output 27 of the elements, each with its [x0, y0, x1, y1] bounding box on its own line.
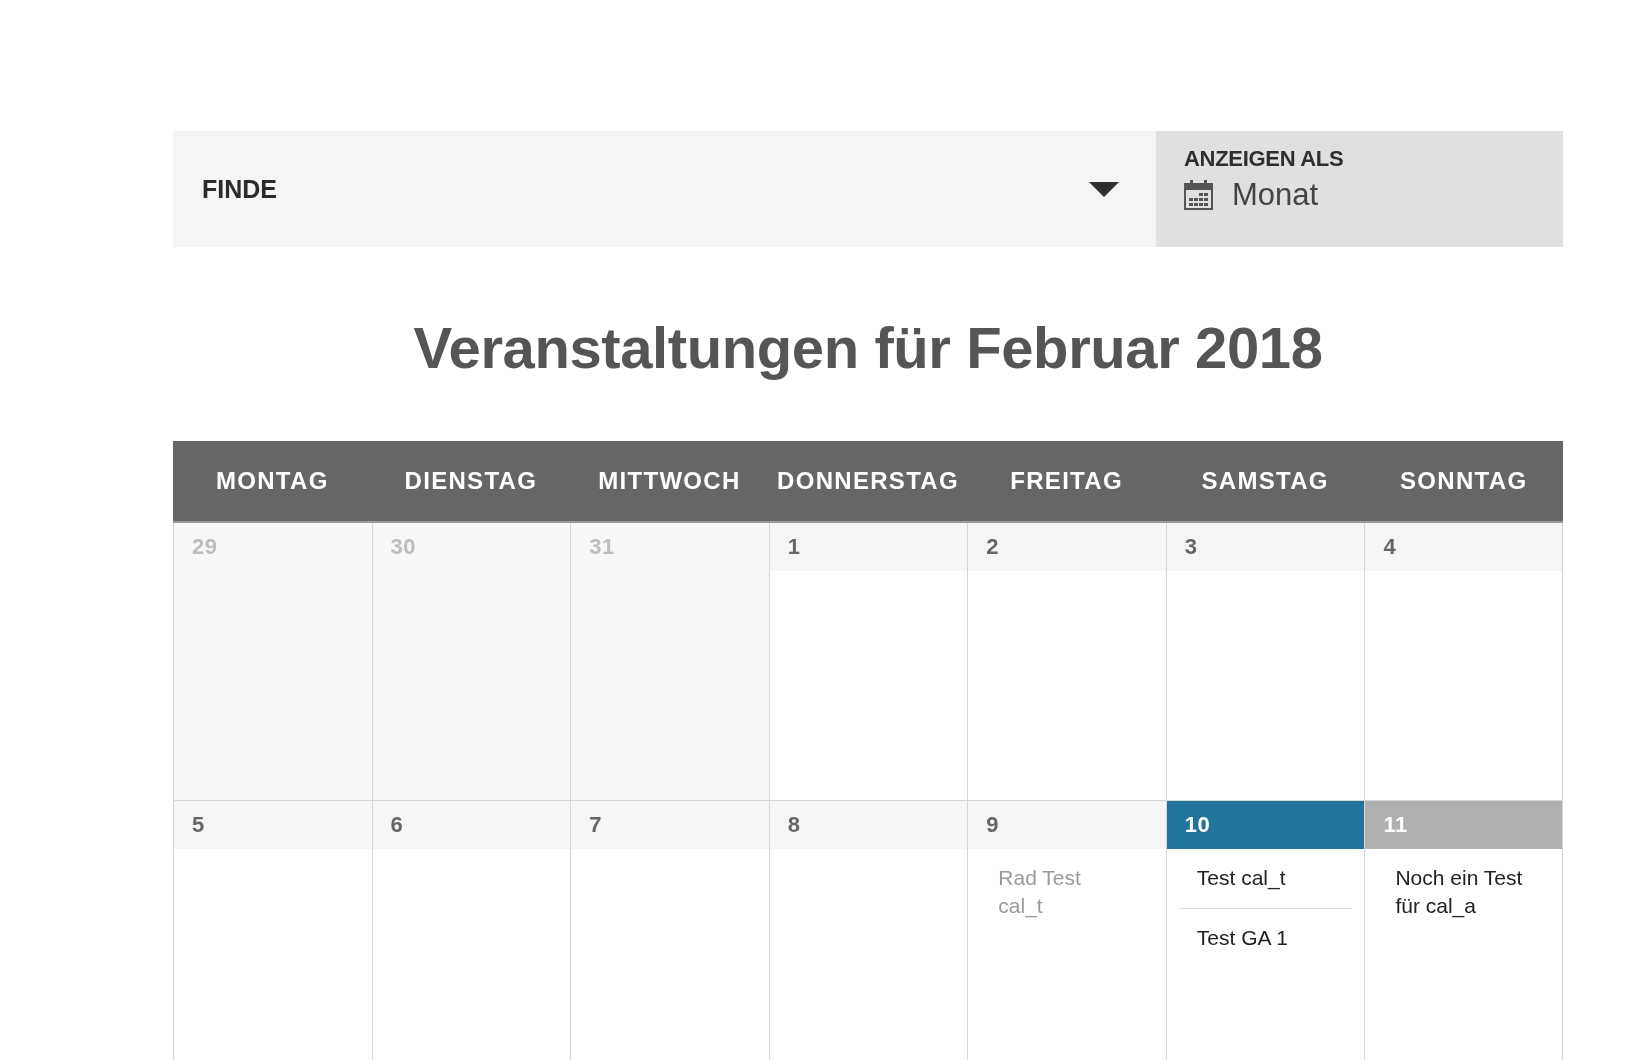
day-number: 5: [174, 801, 372, 849]
day-number: 1: [769, 523, 968, 571]
day-number: 11: [1365, 801, 1562, 849]
caret-icon: [1089, 181, 1119, 197]
find-events-toggle[interactable]: FINDE: [173, 131, 1156, 247]
day-number: 7: [571, 801, 769, 849]
day-number: 4: [1365, 523, 1562, 571]
day-number: 6: [372, 801, 571, 849]
view-select[interactable]: Monat: [1184, 173, 1319, 217]
day-number: 10: [1166, 801, 1365, 849]
weekday-label: DIENSTAG: [404, 467, 538, 495]
weekday-label: SONNTAG: [1400, 467, 1528, 495]
event-link[interactable]: Noch ein Test für cal_a: [1395, 864, 1528, 920]
page-title: Veranstaltungen für Februar 2018: [412, 314, 1324, 382]
day-number: 3: [1166, 523, 1365, 571]
weekday-label: FREITAG: [1010, 467, 1123, 495]
day-number: 9: [968, 801, 1166, 849]
event-link[interactable]: Test cal_t: [1196, 864, 1286, 892]
weekday-label: DONNERSTAG: [777, 467, 959, 495]
weekday-label: MONTAG: [215, 467, 329, 495]
weekday-label: SAMSTAG: [1201, 467, 1329, 495]
day-number: 8: [769, 801, 968, 849]
calendar-icon: [1184, 180, 1213, 210]
event-link[interactable]: Test GA 1: [1196, 924, 1288, 952]
weekday-label: MITTWOCH: [598, 467, 741, 495]
day-number: 2: [968, 523, 1166, 571]
view-label: ANZEIGEN ALS: [1184, 145, 1344, 173]
